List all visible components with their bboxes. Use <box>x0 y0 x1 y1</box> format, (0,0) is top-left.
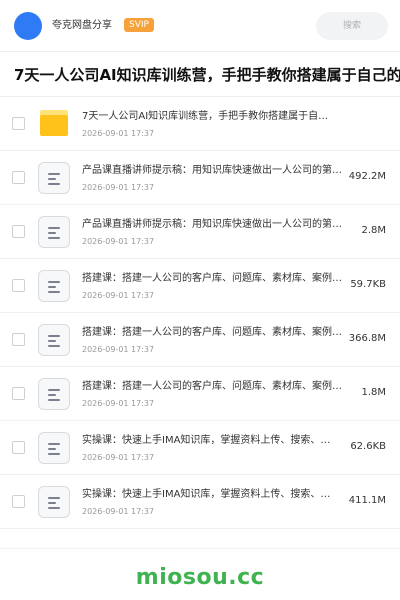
file-list: 7天一人公司AI知识库训练营，手把手教你搭建属于自… 2026-09-01 17:… <box>0 97 400 529</box>
file-row[interactable]: 7天一人公司AI知识库训练营，手把手教你搭建属于自… 2026-09-01 17:… <box>0 97 400 151</box>
document-icon <box>38 486 70 518</box>
file-date: 2026-09-01 17:37 <box>82 183 155 192</box>
file-date: 2026-09-01 17:37 <box>82 399 155 408</box>
search-input[interactable] <box>316 12 388 40</box>
watermark: miosou.cc <box>135 565 265 590</box>
file-date: 2026-09-01 17:37 <box>82 345 155 354</box>
select-checkbox[interactable] <box>12 225 25 238</box>
document-icon <box>38 162 70 194</box>
file-name[interactable]: 实操课：快速上手IMA知识库，掌握资料上传、搜索、… <box>82 434 352 448</box>
footer-divider <box>0 548 400 549</box>
document-icon <box>38 216 70 248</box>
file-row[interactable]: 实操课：快速上手IMA知识库，掌握资料上传、搜索、… 2026-09-01 17:… <box>0 475 400 529</box>
file-row[interactable]: 产品课直播讲师提示稿：用知识库快速做出一人公司的第… 2026-09-01 17:… <box>0 151 400 205</box>
select-checkbox[interactable] <box>12 117 25 130</box>
document-icon <box>38 432 70 464</box>
select-checkbox[interactable] <box>12 171 25 184</box>
file-date: 2026-09-01 17:37 <box>82 237 155 246</box>
file-name[interactable]: 搭建课：搭建一人公司的客户库、问题库、素材库、案例… <box>82 272 352 286</box>
file-size: 59.7KB <box>350 279 386 290</box>
file-date: 2026-09-01 17:37 <box>82 507 155 516</box>
file-size: 1.8M <box>361 387 386 398</box>
file-row[interactable]: 搭建课：搭建一人公司的客户库、问题库、素材库、案例… 2026-09-01 17:… <box>0 313 400 367</box>
select-checkbox[interactable] <box>12 441 25 454</box>
file-name[interactable]: 产品课直播讲师提示稿：用知识库快速做出一人公司的第… <box>82 218 352 232</box>
file-size: 2.8M <box>361 225 386 236</box>
file-date: 2026-09-01 17:37 <box>82 453 155 462</box>
folder-icon <box>40 110 68 136</box>
file-row[interactable]: 实操课：快速上手IMA知识库，掌握资料上传、搜索、… 2026-09-01 17:… <box>0 421 400 475</box>
file-row[interactable]: 搭建课：搭建一人公司的客户库、问题库、素材库、案例… 2026-09-01 17:… <box>0 367 400 421</box>
username[interactable]: 夸克网盘分享 <box>52 19 112 33</box>
document-icon <box>38 324 70 356</box>
file-row[interactable]: 搭建课：搭建一人公司的客户库、问题库、素材库、案例… 2026-09-01 17:… <box>0 259 400 313</box>
file-date: 2026-09-01 17:37 <box>82 291 155 300</box>
header: 夸克网盘分享 SVIP <box>0 0 400 52</box>
file-size: 411.1M <box>348 495 386 506</box>
file-name[interactable]: 搭建课：搭建一人公司的客户库、问题库、素材库、案例… <box>82 380 352 394</box>
file-name[interactable]: 7天一人公司AI知识库训练营，手把手教你搭建属于自… <box>82 110 354 124</box>
file-name[interactable]: 产品课直播讲师提示稿：用知识库快速做出一人公司的第… <box>82 164 352 178</box>
select-checkbox[interactable] <box>12 333 25 346</box>
file-row[interactable]: 产品课直播讲师提示稿：用知识库快速做出一人公司的第… 2026-09-01 17:… <box>0 205 400 259</box>
file-name[interactable]: 搭建课：搭建一人公司的客户库、问题库、素材库、案例… <box>82 326 352 340</box>
file-size: 366.8M <box>348 333 386 344</box>
select-checkbox[interactable] <box>12 387 25 400</box>
svip-badge: SVIP <box>124 18 154 32</box>
file-size: 492.2M <box>348 171 386 182</box>
select-checkbox[interactable] <box>12 495 25 508</box>
file-date: 2026-09-01 17:37 <box>82 129 155 138</box>
file-name[interactable]: 实操课：快速上手IMA知识库，掌握资料上传、搜索、… <box>82 488 352 502</box>
document-icon <box>38 378 70 410</box>
page-title: 7天一人公司AI知识库训练营，手把手教你搭建属于自己的AI <box>14 66 400 84</box>
avatar[interactable] <box>14 12 42 40</box>
document-icon <box>38 270 70 302</box>
select-checkbox[interactable] <box>12 279 25 292</box>
file-size: 62.6KB <box>350 441 386 452</box>
